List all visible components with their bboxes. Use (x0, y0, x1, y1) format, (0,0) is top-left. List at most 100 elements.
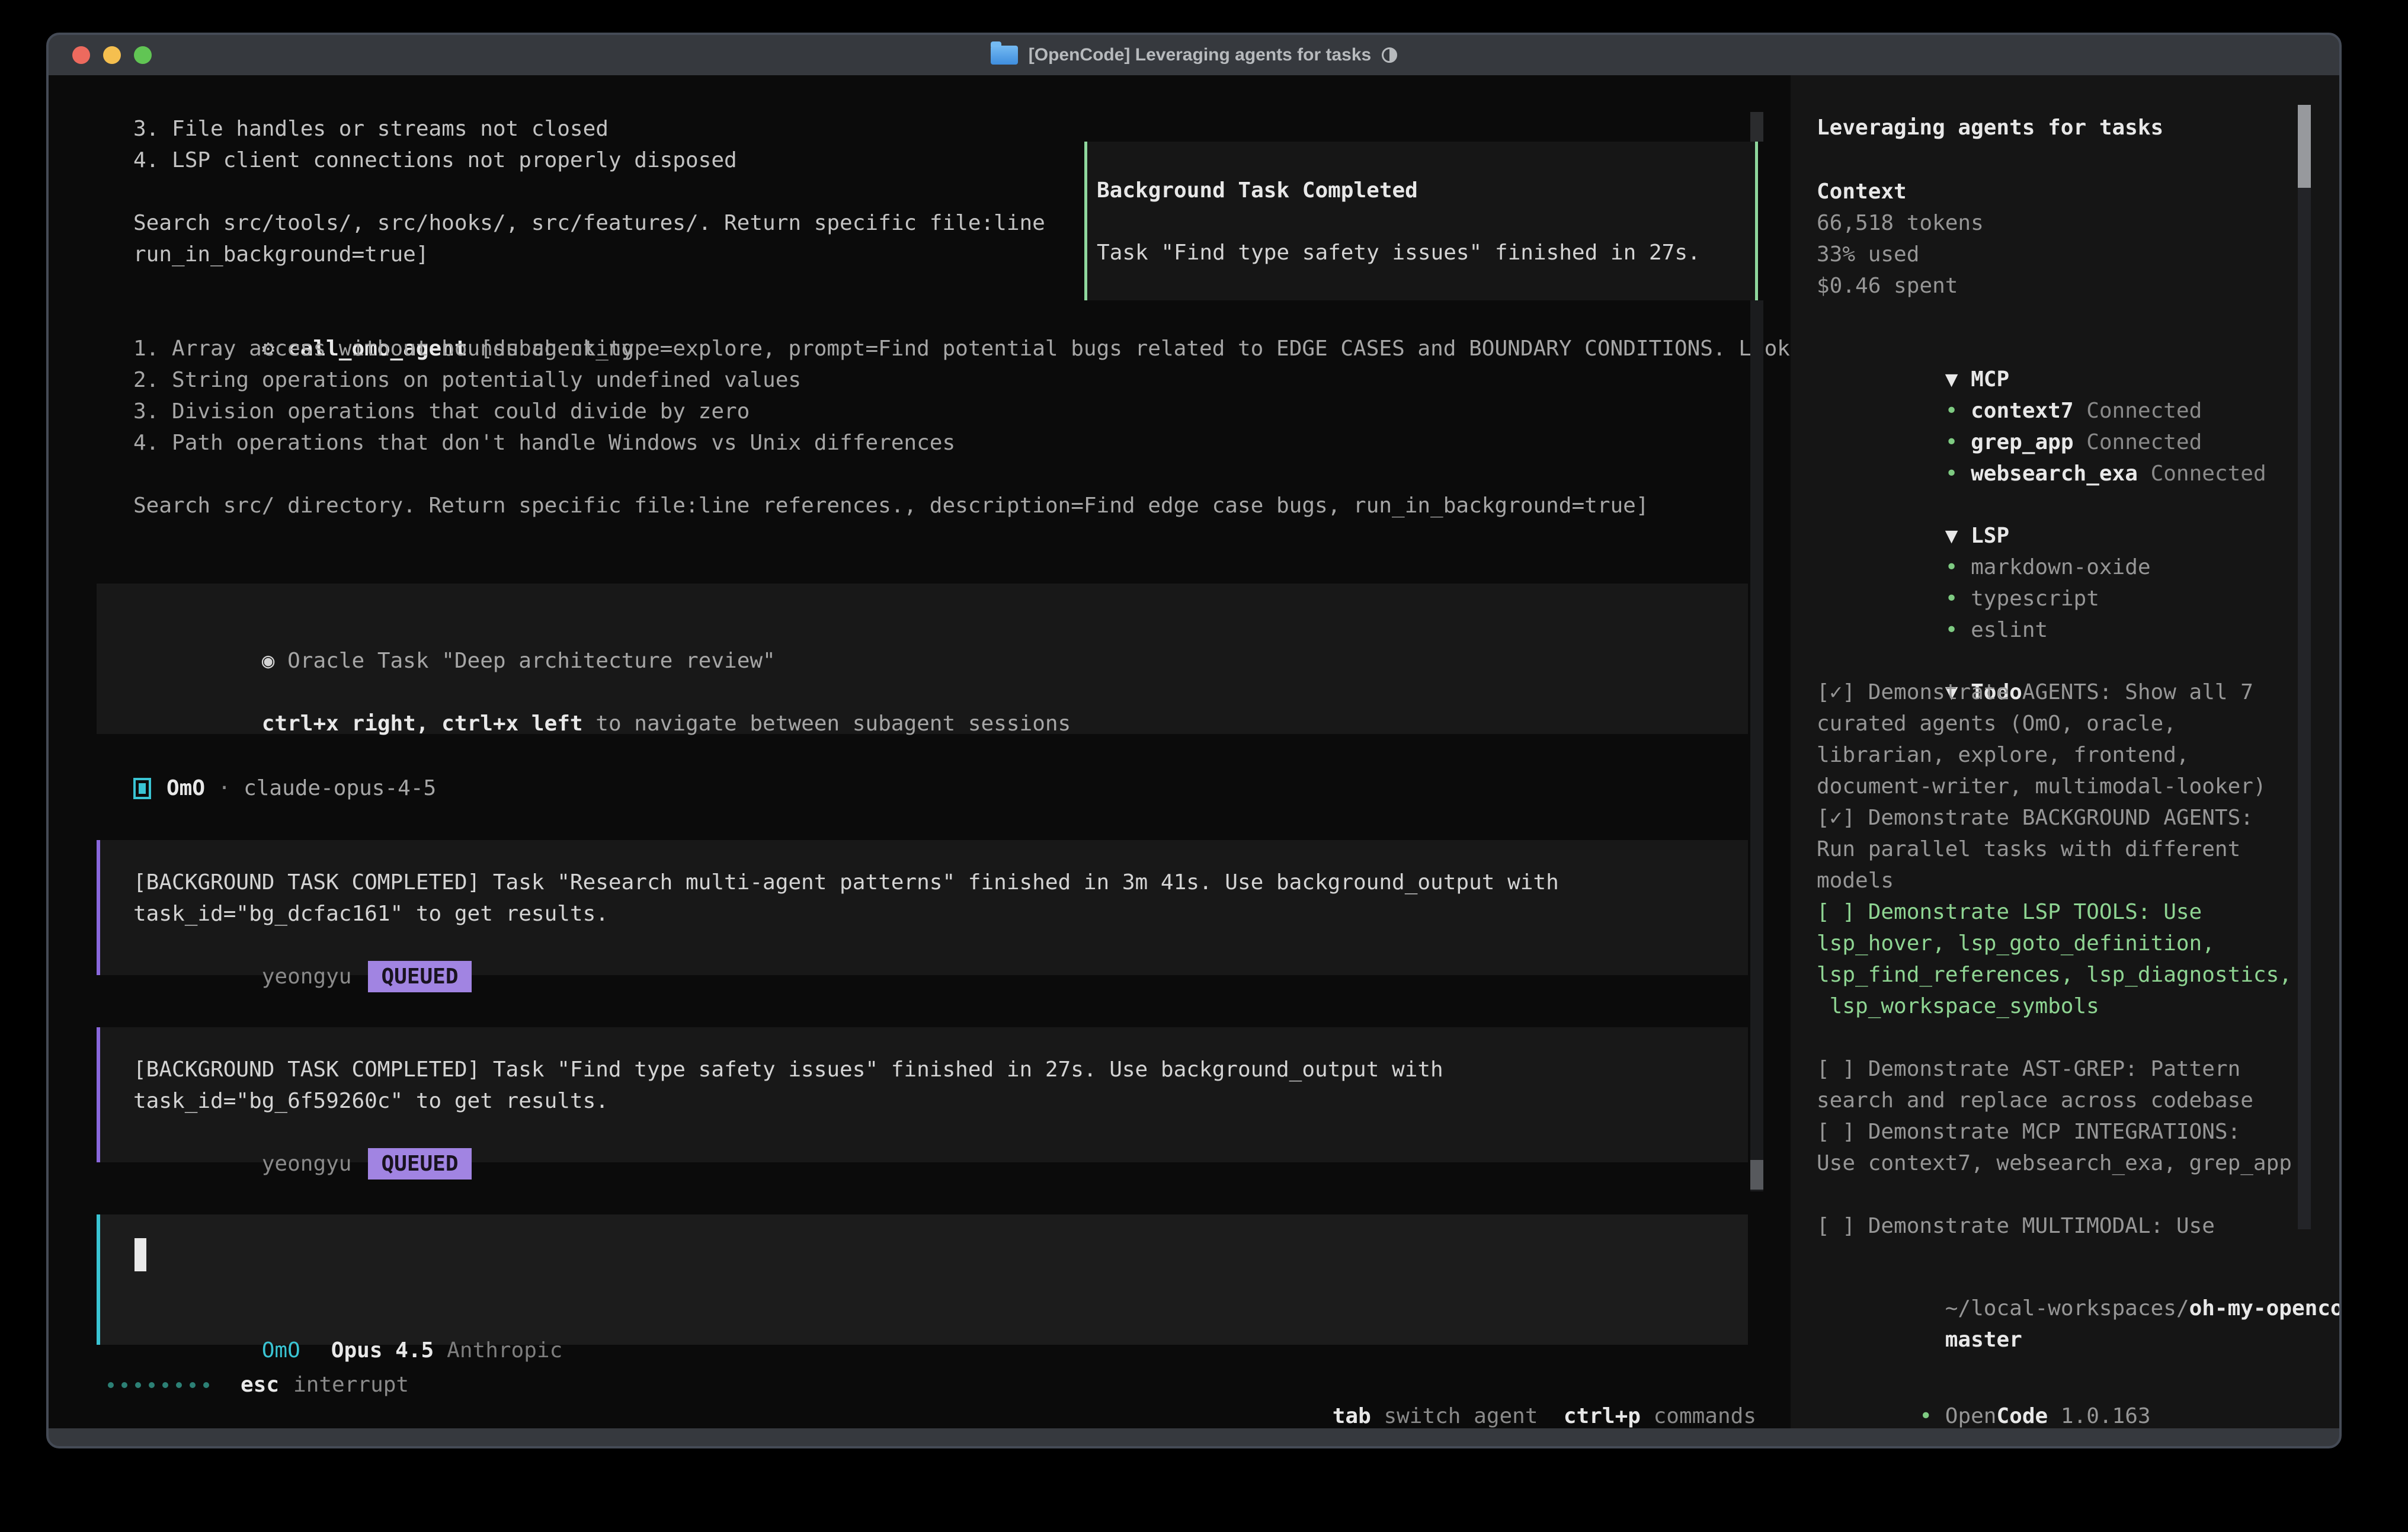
collapse-triangle-icon: ▼ (1945, 524, 1958, 548)
agent-session-header: OmO · claude-opus-4-5 (133, 773, 436, 804)
bullet-icon: • (1945, 555, 1958, 579)
agent-model: claude-opus-4-5 (244, 773, 436, 804)
scrollback-line: 4. LSP client connections not properly d… (133, 145, 1045, 176)
radio-circle-icon: ◉ (262, 649, 275, 673)
todo-line-active: lsp_workspace_symbols (1817, 991, 2292, 1022)
tool-arg-line: Search src/ directory. Return specific f… (133, 490, 1842, 521)
lsp-heading: LSP (1958, 524, 2009, 548)
message-line: task_id="bg_6f59260c" to get results. (133, 1085, 1748, 1117)
tab-key-hint: tab (1333, 1404, 1371, 1428)
title-bar[interactable]: [OpenCode] Leveraging agents for tasks (49, 35, 2339, 75)
context-heading: Context (1817, 176, 1984, 207)
app-name-prefix: Open (1945, 1404, 1997, 1428)
mcp-section-header[interactable]: ▼ MCP (1817, 332, 2266, 364)
oracle-shortcut-keys: ctrl+x right, ctrl+x left (262, 711, 583, 736)
mcp-item-status: Connected (2074, 399, 2202, 423)
toast-title: Background Task Completed (1097, 175, 1418, 206)
zoom-button-icon[interactable] (134, 46, 152, 64)
mcp-item-name: websearch_exa (1971, 461, 2138, 486)
activity-dot-icon (176, 1382, 182, 1388)
todo-line: [✓] Demonstrate AGENTS: Show all 7 (1817, 677, 2292, 708)
lsp-item-name: typescript (1971, 586, 2099, 611)
message-user: yeongyu (262, 1152, 352, 1176)
lsp-item-name: markdown-oxide (1971, 555, 2150, 579)
tool-arg-line (133, 459, 1842, 490)
sidebar-scrollbar-thumb[interactable] (2298, 105, 2311, 188)
statusbar-left: esc interrupt (108, 1369, 409, 1400)
half-circle-icon (1382, 47, 1397, 63)
tool-arg-line: 2. String operations on potentially unde… (133, 364, 1842, 396)
workspace-path-prefix: ~/local-workspaces/ (1945, 1296, 2189, 1321)
lsp-item-name: eslint (1971, 618, 2048, 642)
close-button-icon[interactable] (72, 46, 90, 64)
context-tokens: 66,518 tokens (1817, 207, 1984, 239)
bullet-icon: • (1945, 618, 1958, 642)
todo-section-header[interactable]: ▼ Todo (1817, 645, 2292, 677)
agent-checkbox-icon (133, 778, 151, 799)
activity-dot-icon (121, 1382, 127, 1388)
activity-dot-icon (190, 1382, 196, 1388)
agent-name: OmO (166, 773, 205, 804)
status-badge: QUEUED (368, 961, 471, 992)
activity-dot-icon (203, 1382, 209, 1388)
todo-line (1817, 1179, 2292, 1210)
active-agent-label: OmO (262, 1338, 300, 1363)
oracle-task-title: Oracle Task "Deep architecture review" (274, 649, 775, 673)
app-name-bold: Code (1996, 1404, 2048, 1428)
bullet-icon: • (1945, 586, 1958, 611)
folder-icon (991, 46, 1018, 65)
todo-line: search and replace across codebase (1817, 1085, 2292, 1116)
app-version-line: • OpenCode 1.0.163 (1817, 1369, 2151, 1400)
sidebar-scrollbar-track[interactable] (2298, 188, 2311, 1229)
oracle-task-card[interactable]: ◉ Oracle Task "Deep architecture review"… (97, 584, 1748, 734)
mcp-item-status: Connected (2138, 461, 2266, 486)
mcp-item-name: context7 (1971, 399, 2073, 423)
activity-dot-icon (108, 1382, 114, 1388)
bullet-icon: • (1945, 461, 1958, 486)
toast-body: Task "Find type safety issues" finished … (1097, 237, 1701, 268)
window-title: [OpenCode] Leveraging agents for tasks (1029, 45, 1371, 65)
lsp-section: ▼ LSP • markdown-oxide • typescript • es… (1817, 489, 2151, 614)
chat-panel: 3. File handles or streams not closed 4.… (49, 75, 1791, 1428)
status-badge: QUEUED (368, 1148, 471, 1180)
main-scrollbar-track[interactable] (1750, 300, 1763, 1191)
message-line: [BACKGROUND TASK COMPLETED] Task "Resear… (133, 867, 1748, 898)
activity-dot-icon (162, 1382, 168, 1388)
scrollback-line (133, 176, 1045, 207)
ctrlp-key-label: commands (1641, 1404, 1756, 1428)
todo-line (1817, 1022, 2292, 1053)
lsp-section-header[interactable]: ▼ LSP (1817, 489, 2151, 520)
toast-notification[interactable]: Background Task Completed Task "Find typ… (1084, 142, 1758, 300)
message-user: yeongyu (262, 964, 352, 989)
window-title-group: [OpenCode] Leveraging agents for tasks (991, 45, 1397, 65)
scrollback-line: 3. File handles or streams not closed (133, 113, 1045, 145)
main-scrollbar-thumb[interactable] (1750, 1160, 1763, 1190)
message-line: task_id="bg_dcfac161" to get results. (133, 898, 1748, 930)
todo-line: [ ] Demonstrate AST-GREP: Pattern (1817, 1053, 2292, 1085)
todo-line: Use context7, websearch_exa, grep_app (1817, 1148, 2292, 1179)
bullet-icon: • (1919, 1404, 1932, 1428)
scrollback-line: run_in_background=true] (133, 239, 1045, 270)
esc-key-hint: esc (241, 1369, 279, 1400)
tab-key-label: switch agent (1371, 1404, 1564, 1428)
todo-line-active: [ ] Demonstrate LSP TOOLS: Use (1817, 896, 2292, 928)
todo-line: [ ] Demonstrate MULTIMODAL: Use (1817, 1210, 2292, 1242)
collapse-triangle-icon: ▼ (1945, 367, 1958, 392)
workspace-repo: oh-my-opencode: (2189, 1296, 2342, 1321)
oracle-shortcut-hint: to navigate between subagent sessions (583, 711, 1071, 736)
todo-line-active: lsp_hover, lsp_goto_definition, (1817, 928, 2292, 959)
session-title: Leveraging agents for tasks (1817, 112, 2163, 143)
todo-line: [✓] Demonstrate BACKGROUND AGENTS: (1817, 802, 2292, 834)
prompt-input[interactable]: OmOOpus 4.5Anthropic (97, 1214, 1748, 1345)
app-body: 3. File handles or streams not closed 4.… (49, 75, 2339, 1428)
mcp-item-name: grep_app (1971, 430, 2073, 454)
mcp-heading: MCP (1958, 367, 2009, 392)
main-scrollbar-thumb-top[interactable] (1750, 112, 1763, 142)
esc-key-label: interrupt (293, 1369, 409, 1400)
minimize-button-icon[interactable] (103, 46, 121, 64)
background-task-message: [BACKGROUND TASK COMPLETED] Task "Find t… (97, 1027, 1748, 1162)
context-used: 33% used (1817, 239, 1984, 270)
todo-line: librarian, explore, frontend, (1817, 739, 2292, 771)
ctrlp-key-hint: ctrl+p (1564, 1404, 1641, 1428)
provider-label: Anthropic (447, 1338, 562, 1363)
